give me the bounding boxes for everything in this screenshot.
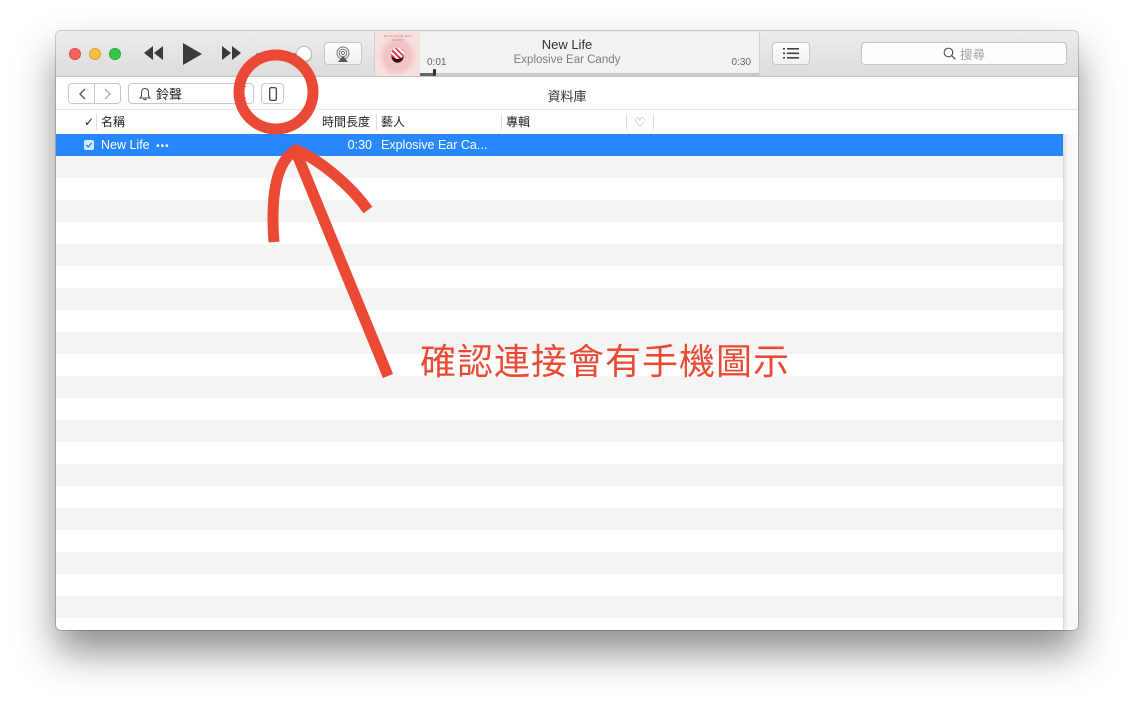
- empty-row: [56, 288, 1063, 310]
- close-window-button[interactable]: [69, 48, 81, 60]
- checkmark-icon: [85, 142, 93, 148]
- column-header-album[interactable]: 專輯: [506, 111, 530, 134]
- back-button[interactable]: [69, 84, 94, 103]
- up-next-list-button[interactable]: [772, 42, 810, 65]
- elapsed-time: 0:01: [427, 57, 447, 68]
- empty-row: [56, 530, 1063, 552]
- empty-row: [56, 156, 1063, 178]
- search-input[interactable]: 搜尋: [861, 42, 1067, 65]
- rewind-icon: [144, 46, 163, 60]
- column-header-check[interactable]: ✓: [84, 111, 94, 134]
- track-time: 0:30: [347, 138, 372, 152]
- media-kind-label: 鈴聲: [156, 87, 183, 102]
- iphone-icon: [268, 86, 277, 101]
- row-checkbox[interactable]: [84, 140, 94, 150]
- empty-row: [56, 618, 1063, 630]
- fast-forward-button[interactable]: [219, 44, 243, 67]
- empty-row: [56, 266, 1063, 288]
- track-artist: Explosive Ear Ca...: [381, 138, 488, 152]
- zoom-window-button[interactable]: [109, 48, 121, 60]
- empty-row: [56, 420, 1063, 442]
- play-button[interactable]: [180, 42, 204, 71]
- track-name-text: New Life: [101, 138, 150, 152]
- play-icon: [183, 43, 202, 65]
- column-separator[interactable]: [626, 114, 627, 131]
- playback-scrubber[interactable]: [433, 69, 436, 76]
- column-separator[interactable]: [653, 114, 654, 131]
- vertical-scrollbar[interactable]: [1063, 134, 1078, 630]
- column-header-name[interactable]: 名稱: [101, 111, 125, 134]
- column-header-love[interactable]: ♡: [634, 111, 646, 134]
- fast-forward-icon: [222, 46, 241, 60]
- empty-row: [56, 398, 1063, 420]
- search-placeholder: 搜尋: [959, 48, 985, 62]
- empty-row: [56, 244, 1063, 266]
- back-forward-group: [68, 83, 121, 104]
- itunes-window: EXPLOSIVE EAR CANDY New Life Explosive E…: [56, 31, 1078, 630]
- column-header-time[interactable]: 時間長度: [322, 111, 370, 134]
- track-name: New Life •••: [101, 134, 170, 156]
- empty-row: [56, 552, 1063, 574]
- chevron-left-icon: [78, 88, 85, 99]
- empty-row: [56, 508, 1063, 530]
- airplay-button[interactable]: [324, 42, 362, 65]
- media-kind-select[interactable]: 鈴聲 ⌃ ⌄: [128, 83, 254, 104]
- chevron-right-icon: [104, 88, 111, 99]
- table-row[interactable]: New Life ••• 0:30 Explosive Ear Ca...: [56, 134, 1063, 156]
- volume-slider-knob[interactable]: [296, 46, 312, 62]
- empty-row: [56, 310, 1063, 332]
- empty-row: [56, 442, 1063, 464]
- empty-row: [56, 464, 1063, 486]
- column-header-artist[interactable]: 藝人: [381, 111, 405, 134]
- empty-row: [56, 596, 1063, 618]
- empty-row: [56, 178, 1063, 200]
- forward-button[interactable]: [94, 84, 120, 103]
- empty-row: [56, 486, 1063, 508]
- empty-row: [56, 200, 1063, 222]
- empty-row: [56, 574, 1063, 596]
- empty-row: [56, 222, 1063, 244]
- airplay-icon: [336, 46, 350, 62]
- minimize-window-button[interactable]: [89, 48, 101, 60]
- search-icon: [943, 47, 956, 60]
- now-playing-title: New Life: [541, 37, 593, 52]
- chevron-updown-icon: ⌃ ⌄: [239, 84, 248, 103]
- total-time: 0:30: [731, 57, 751, 68]
- title-bar: EXPLOSIVE EAR CANDY New Life Explosive E…: [56, 31, 1078, 77]
- column-separator[interactable]: [501, 114, 502, 131]
- annotation-text: 確認連接會有手機圖示: [420, 342, 791, 383]
- now-playing-display: EXPLOSIVE EAR CANDY New Life Explosive E…: [374, 32, 760, 76]
- rewind-button[interactable]: [142, 44, 166, 67]
- bell-icon: [139, 87, 151, 100]
- table-header: ✓ 名稱 時間長度 藝人 專輯 ♡: [56, 111, 1063, 134]
- column-separator[interactable]: [376, 114, 377, 131]
- playback-progress-fill: [420, 73, 434, 76]
- list-icon: [783, 48, 799, 59]
- column-separator[interactable]: [96, 114, 97, 131]
- playback-progress-bar[interactable]: [420, 69, 759, 76]
- navigation-bar: 鈴聲 ⌃ ⌄ 資料庫: [56, 77, 1078, 110]
- device-button[interactable]: [261, 83, 284, 104]
- more-options-icon[interactable]: •••: [156, 141, 170, 152]
